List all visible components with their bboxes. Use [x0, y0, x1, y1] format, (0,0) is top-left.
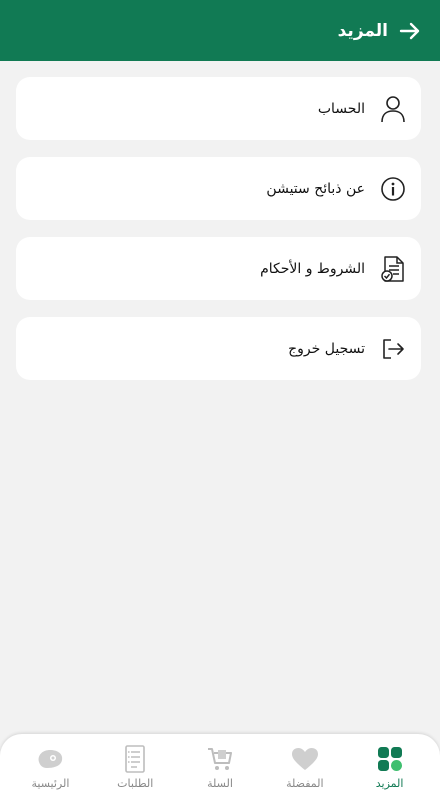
terms-document-icon	[379, 255, 407, 283]
nav-label: المفضلة	[286, 776, 324, 790]
page-title: المزيد	[337, 20, 388, 41]
menu-item-terms[interactable]: الشروط و الأحكام	[16, 237, 421, 300]
user-icon	[379, 95, 407, 123]
nav-label: الرئيسية	[31, 776, 70, 790]
menu-item-label: عن ذبائح ستيشن	[266, 180, 365, 197]
grid-icon	[376, 745, 404, 773]
menu-item-logout[interactable]: تسجيل خروج	[16, 317, 421, 380]
menu-item-label: الشروط و الأحكام	[260, 260, 365, 277]
nav-label: السلة	[207, 776, 233, 790]
nav-item-home[interactable]: الرئيسية	[10, 745, 90, 790]
app-header: المزيد	[0, 0, 440, 61]
meat-home-icon	[36, 745, 64, 773]
nav-item-more[interactable]: المزيد	[350, 745, 430, 790]
menu-item-label: الحساب	[317, 100, 365, 117]
info-icon	[379, 175, 407, 203]
nav-label: الطلبات	[117, 776, 154, 790]
cart-icon	[206, 745, 234, 773]
heart-icon	[291, 745, 319, 773]
more-menu: الحساب عن ذبائح ستيشن الشروط و الأحكام ت…	[16, 77, 421, 397]
nav-item-orders[interactable]: الطلبات	[95, 744, 175, 790]
menu-item-about[interactable]: عن ذبائح ستيشن	[16, 157, 421, 220]
menu-item-label: تسجيل خروج	[288, 340, 365, 357]
nav-label: المزيد	[375, 776, 404, 790]
back-arrow-icon[interactable]	[398, 19, 422, 43]
bottom-navigation: المزيد المفضلة السلة الطلبات الرئيسية	[0, 734, 440, 800]
nav-item-cart[interactable]: السلة	[180, 745, 260, 790]
nav-item-favorites[interactable]: المفضلة	[265, 745, 345, 790]
menu-item-account[interactable]: الحساب	[16, 77, 421, 140]
logout-icon	[379, 335, 407, 363]
orders-list-icon	[121, 744, 149, 773]
